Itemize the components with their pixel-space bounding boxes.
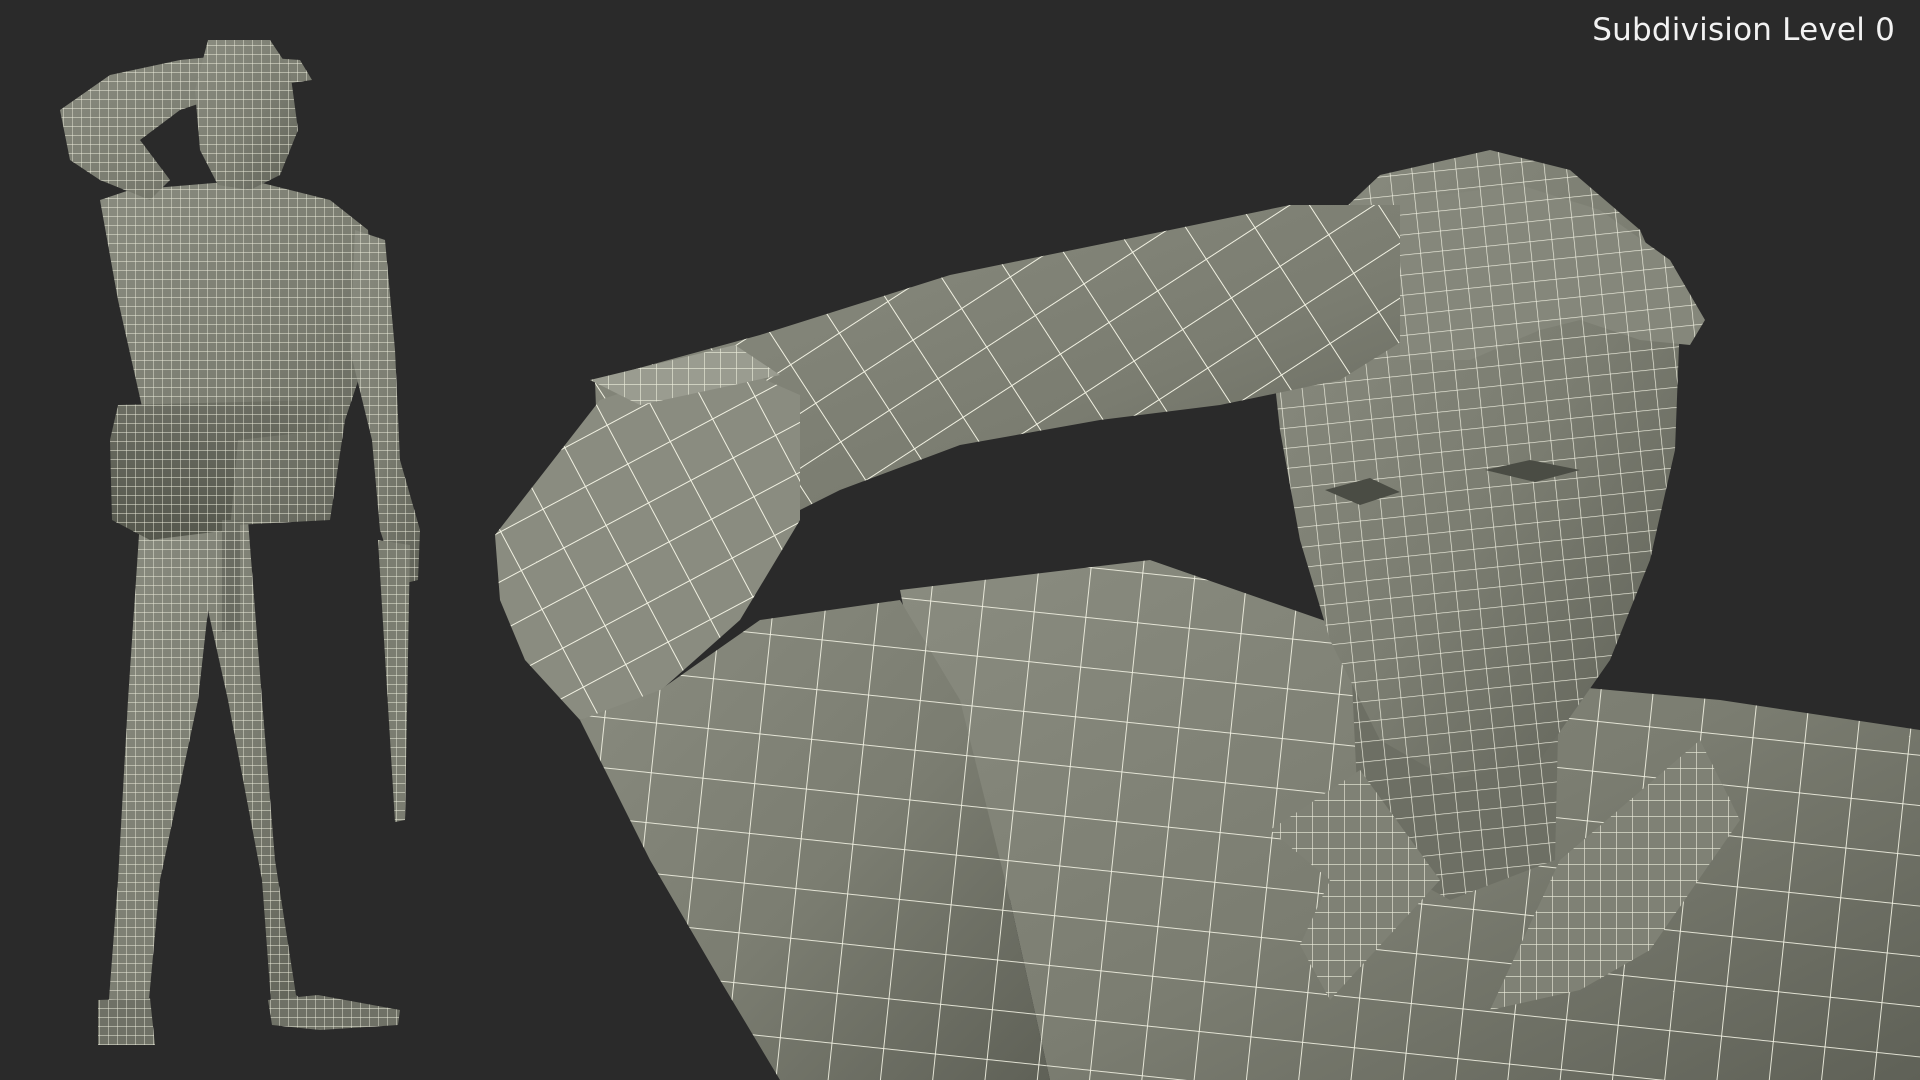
render-viewport: Subdivision Level 0 bbox=[0, 0, 1920, 1080]
subdivision-level-caption: Subdivision Level 0 bbox=[1592, 12, 1895, 48]
wireframe-render bbox=[60, 40, 1920, 1080]
full-body-figure bbox=[60, 40, 420, 1045]
close-up-bust bbox=[495, 150, 1920, 1080]
